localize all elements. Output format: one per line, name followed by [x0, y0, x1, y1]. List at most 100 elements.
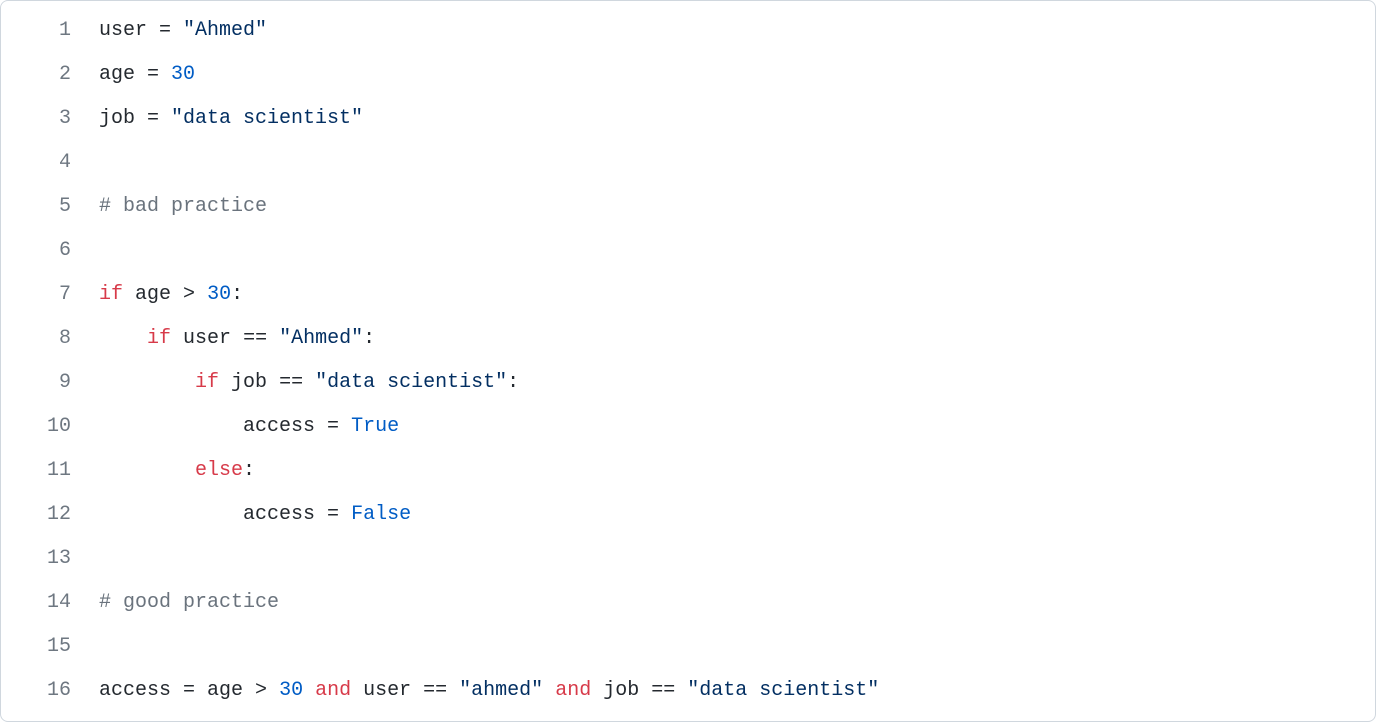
code-token: if: [99, 283, 123, 306]
line-number: 8: [1, 317, 99, 361]
code-token: job: [99, 107, 135, 130]
code-line: 2age = 30: [1, 53, 1375, 97]
code-token: =: [135, 107, 171, 130]
code-token: "data scientist": [315, 371, 507, 394]
code-token: :: [231, 283, 243, 306]
code-token: "ahmed": [459, 679, 543, 702]
code-token: :: [243, 459, 255, 482]
code-token: ==: [231, 327, 279, 350]
code-token: 30: [279, 679, 303, 702]
line-number: 3: [1, 97, 99, 141]
line-number: 6: [1, 229, 99, 273]
line-content: access = True: [99, 405, 1375, 449]
line-number: 13: [1, 537, 99, 581]
code-token: user: [99, 19, 147, 42]
code-token: [99, 503, 243, 526]
code-line: 10 access = True: [1, 405, 1375, 449]
code-token: 30: [171, 63, 195, 86]
code-token: "Ahmed": [279, 327, 363, 350]
code-token: job: [231, 371, 267, 394]
code-line: 12 access = False: [1, 493, 1375, 537]
code-token: "Ahmed": [183, 19, 267, 42]
code-line: 8 if user == "Ahmed":: [1, 317, 1375, 361]
code-token: =: [171, 679, 207, 702]
code-token: [591, 679, 603, 702]
code-token: =: [135, 63, 171, 86]
code-token: >: [171, 283, 207, 306]
code-token: :: [507, 371, 519, 394]
code-token: [543, 679, 555, 702]
line-number: 15: [1, 625, 99, 669]
code-token: =: [315, 415, 351, 438]
line-content: # bad practice: [99, 185, 1375, 229]
code-token: >: [243, 679, 279, 702]
code-token: [351, 679, 363, 702]
line-number: 2: [1, 53, 99, 97]
code-token: age: [135, 283, 171, 306]
code-line: 13: [1, 537, 1375, 581]
code-token: user: [183, 327, 231, 350]
code-line: 3job = "data scientist": [1, 97, 1375, 141]
code-token: [99, 415, 243, 438]
code-block: 1user = "Ahmed"2age = 303job = "data sci…: [0, 0, 1376, 722]
code-line: 9 if job == "data scientist":: [1, 361, 1375, 405]
code-token: [99, 459, 195, 482]
line-content: job = "data scientist": [99, 97, 1375, 141]
line-content: access = False: [99, 493, 1375, 537]
code-token: access: [243, 415, 315, 438]
line-number: 16: [1, 669, 99, 713]
line-content: age = 30: [99, 53, 1375, 97]
line-number: 7: [1, 273, 99, 317]
code-token: and: [315, 679, 351, 702]
code-token: =: [147, 19, 183, 42]
line-content: # good practice: [99, 581, 1375, 625]
code-token: True: [351, 415, 399, 438]
code-token: [303, 679, 315, 702]
code-token: ==: [639, 679, 687, 702]
code-line: 6: [1, 229, 1375, 273]
line-number: 11: [1, 449, 99, 493]
code-line: 5# bad practice: [1, 185, 1375, 229]
line-content: user = "Ahmed": [99, 9, 1375, 53]
line-number: 5: [1, 185, 99, 229]
code-token: [123, 283, 135, 306]
code-line: 4: [1, 141, 1375, 185]
line-content: access = age > 30 and user == "ahmed" an…: [99, 669, 1375, 713]
line-number: 4: [1, 141, 99, 185]
code-token: and: [555, 679, 591, 702]
code-token: ==: [411, 679, 459, 702]
code-token: age: [99, 63, 135, 86]
code-token: age: [207, 679, 243, 702]
code-token: else: [195, 459, 243, 482]
line-number: 9: [1, 361, 99, 405]
line-number: 14: [1, 581, 99, 625]
code-line: 7if age > 30:: [1, 273, 1375, 317]
line-content: if age > 30:: [99, 273, 1375, 317]
code-token: [99, 371, 195, 394]
code-token: 30: [207, 283, 231, 306]
code-token: access: [243, 503, 315, 526]
line-number: 10: [1, 405, 99, 449]
line-number: 1: [1, 9, 99, 53]
code-token: ==: [267, 371, 315, 394]
line-number: 12: [1, 493, 99, 537]
code-token: if: [147, 327, 171, 350]
code-token: [219, 371, 231, 394]
code-token: False: [351, 503, 411, 526]
code-token: "data scientist": [171, 107, 363, 130]
code-token: # good practice: [99, 591, 279, 614]
code-token: [99, 327, 147, 350]
code-token: [171, 327, 183, 350]
code-token: user: [363, 679, 411, 702]
code-line: 11 else:: [1, 449, 1375, 493]
code-token: if: [195, 371, 219, 394]
code-line: 16access = age > 30 and user == "ahmed" …: [1, 669, 1375, 713]
code-token: # bad practice: [99, 195, 267, 218]
code-token: =: [315, 503, 351, 526]
code-token: access: [99, 679, 171, 702]
code-token: :: [363, 327, 375, 350]
line-content: else:: [99, 449, 1375, 493]
line-content: if job == "data scientist":: [99, 361, 1375, 405]
line-content: if user == "Ahmed":: [99, 317, 1375, 361]
code-line: 15: [1, 625, 1375, 669]
